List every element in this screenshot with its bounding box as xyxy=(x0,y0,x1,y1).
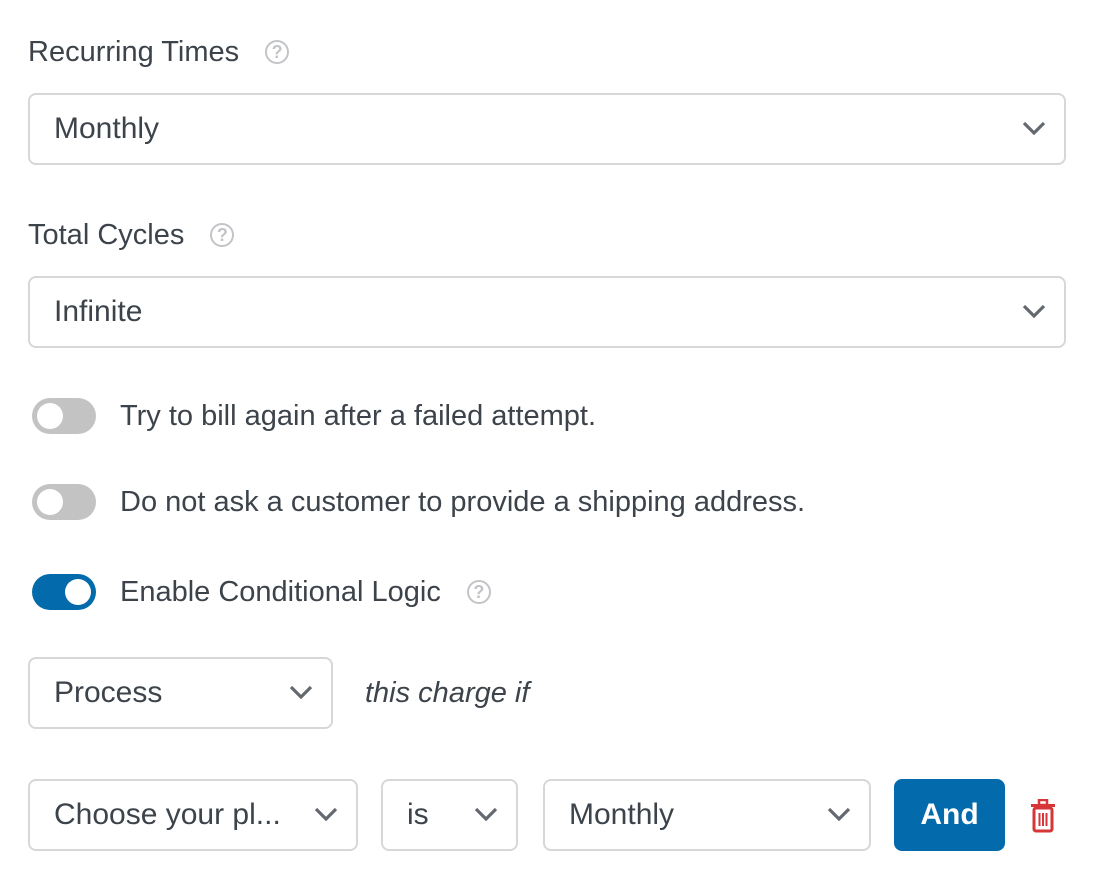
chevron-down-icon xyxy=(827,807,851,821)
no-shipping-address-toggle[interactable] xyxy=(32,484,96,520)
trash-icon[interactable] xyxy=(1029,799,1057,833)
total-cycles-field-label: Total Cycles ? xyxy=(28,217,235,253)
chevron-down-icon xyxy=(1022,304,1046,318)
no-shipping-address-label: Do not ask a customer to provide a shipp… xyxy=(120,485,806,518)
recurring-times-select[interactable]: Monthly xyxy=(28,93,1066,165)
total-cycles-label: Total Cycles xyxy=(28,218,185,251)
conditional-logic-label: Enable Conditional Logic xyxy=(120,575,441,608)
and-button[interactable]: And xyxy=(894,779,1005,851)
total-cycles-select[interactable]: Infinite xyxy=(28,276,1066,348)
chevron-down-icon xyxy=(314,807,338,821)
retry-billing-label: Try to bill again after a failed attempt… xyxy=(120,399,597,432)
conditional-logic-field-label: Enable Conditional Logic ? xyxy=(120,574,491,610)
conditional-action-select[interactable]: Process xyxy=(28,657,333,729)
toggle-knob xyxy=(37,489,63,515)
rule-operator-select[interactable]: is xyxy=(381,779,518,851)
chevron-down-icon xyxy=(474,807,498,821)
question-circle-icon[interactable]: ? xyxy=(265,40,290,64)
toggle-knob xyxy=(65,579,91,605)
question-circle-icon[interactable]: ? xyxy=(466,580,491,604)
rule-value-select[interactable]: Monthly xyxy=(543,779,871,851)
conditional-action-suffix: this charge if xyxy=(365,676,530,709)
rule-value: Monthly xyxy=(569,798,675,831)
toggle-knob xyxy=(37,403,63,429)
retry-billing-toggle[interactable] xyxy=(32,398,96,434)
recurring-times-field-label: Recurring Times ? xyxy=(28,34,290,70)
recurring-times-value: Monthly xyxy=(54,112,160,145)
total-cycles-value: Infinite xyxy=(54,295,143,328)
rule-field-value: Choose your pl... xyxy=(54,798,281,831)
rule-operator-value: is xyxy=(407,798,429,831)
recurring-times-label: Recurring Times xyxy=(28,35,240,68)
conditional-logic-toggle[interactable] xyxy=(32,574,96,610)
rule-field-select[interactable]: Choose your pl... xyxy=(28,779,358,851)
chevron-down-icon xyxy=(1022,121,1046,135)
chevron-down-icon xyxy=(289,685,313,699)
question-circle-icon[interactable]: ? xyxy=(210,223,235,247)
